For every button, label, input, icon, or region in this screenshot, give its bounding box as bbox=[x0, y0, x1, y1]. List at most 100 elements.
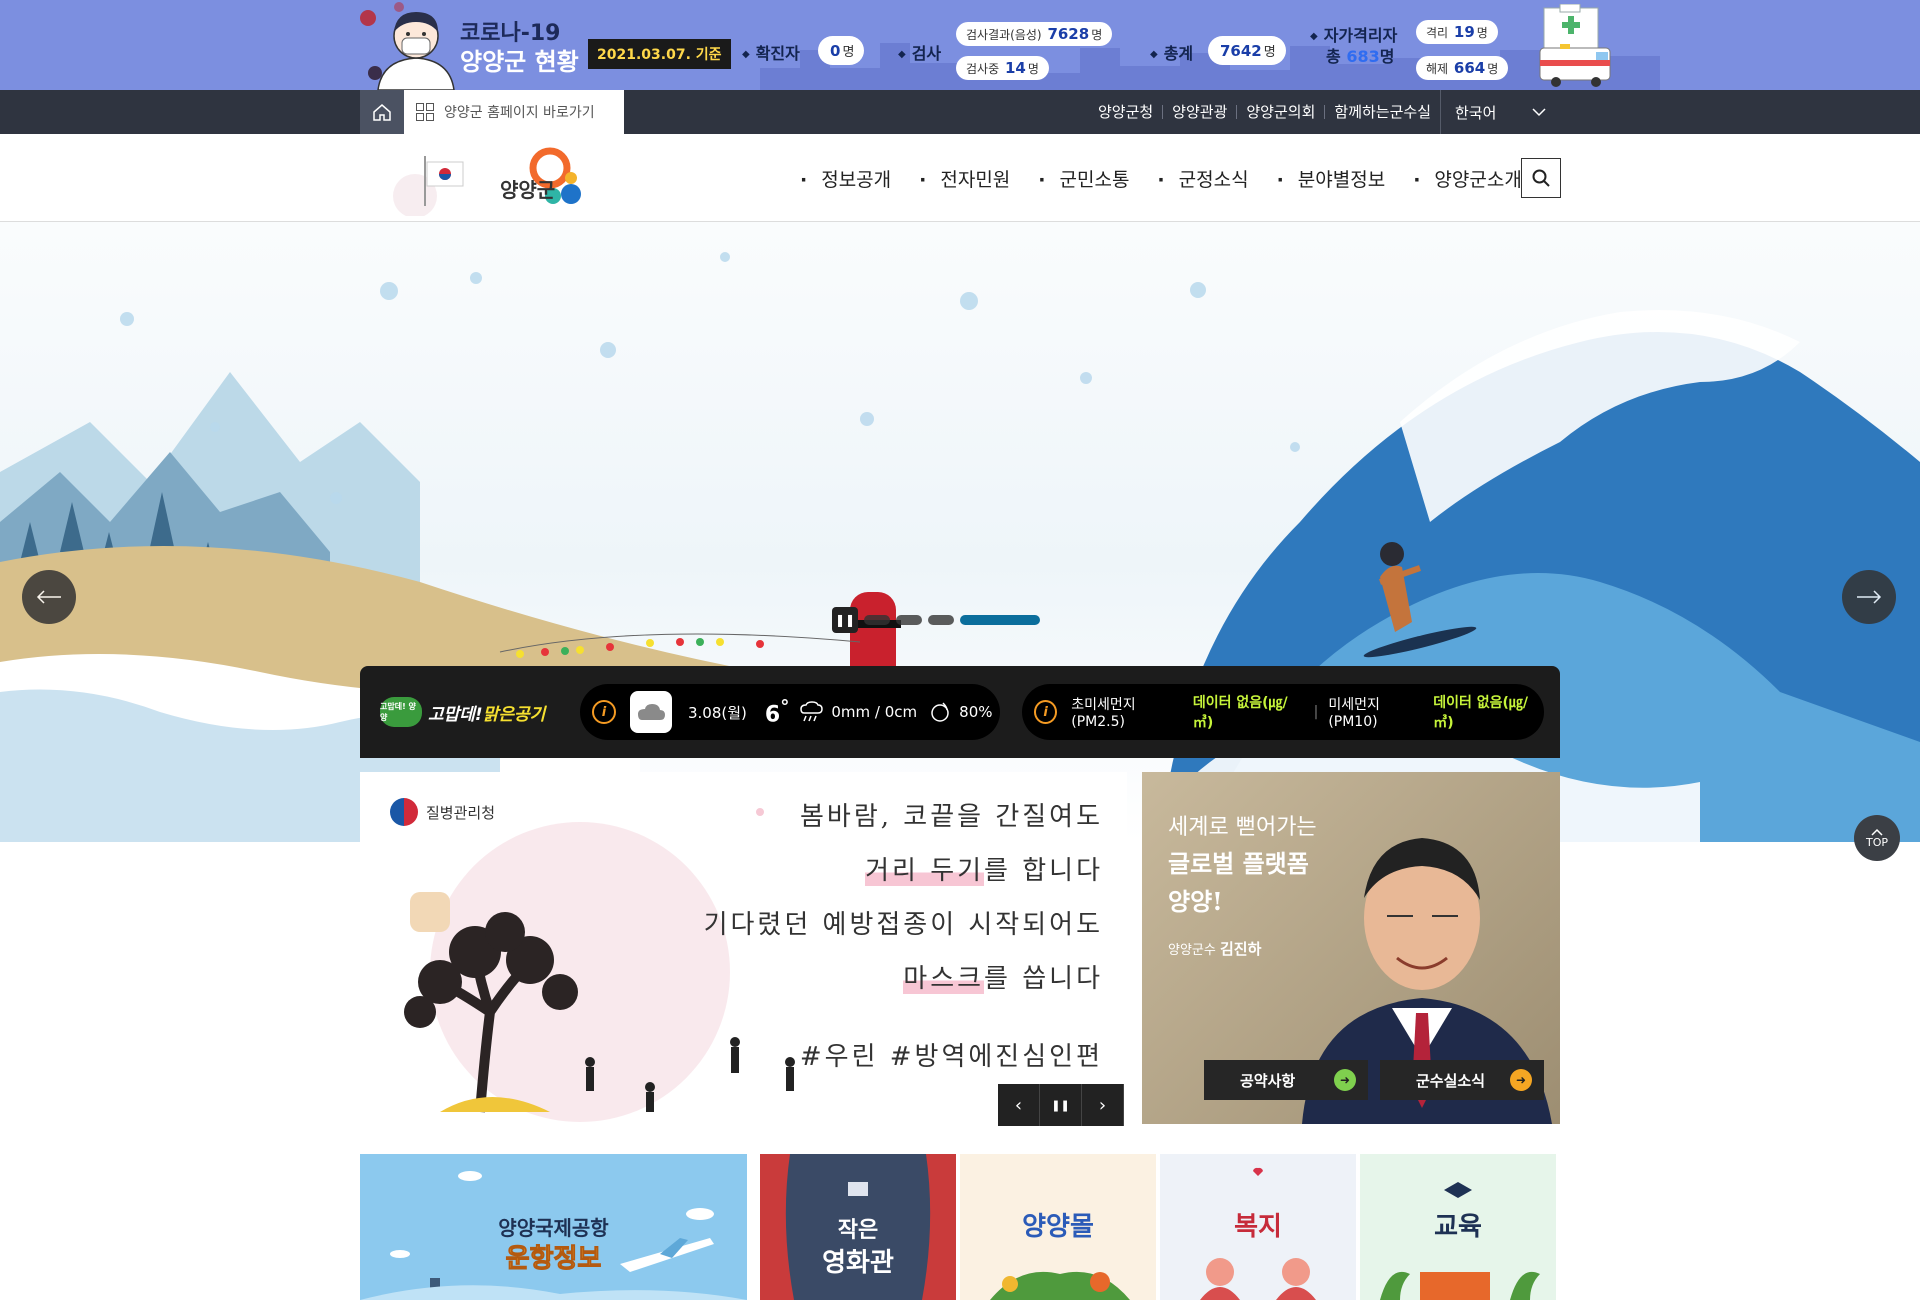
airport-flight-info-tile[interactable]: 양양국제공항 운항정보 bbox=[360, 1154, 747, 1300]
yangyang-mall-tile[interactable]: 양양몰 bbox=[960, 1154, 1156, 1300]
notice-hashtags: #우린 #방역에진심인편 bbox=[799, 1042, 1103, 1072]
info-icon[interactable]: i bbox=[1034, 700, 1058, 724]
logo-text: 양양군 bbox=[500, 178, 556, 202]
snowflake bbox=[120, 312, 134, 326]
info-icon[interactable]: i bbox=[592, 700, 616, 724]
total-count: 7642 명 bbox=[1208, 36, 1286, 65]
total-label: 총계 bbox=[1150, 40, 1193, 64]
search-icon bbox=[1532, 169, 1550, 187]
language-label: 한국어 bbox=[1455, 103, 1497, 122]
scroll-top-button[interactable]: TOP bbox=[1854, 815, 1900, 861]
snowflake bbox=[960, 292, 978, 310]
nav-county-news[interactable]: 군정소식 bbox=[1157, 165, 1249, 192]
arrow-right-icon bbox=[1857, 590, 1882, 604]
snowflake bbox=[1290, 442, 1300, 452]
hero-dot-3[interactable] bbox=[928, 615, 954, 625]
snowflake bbox=[600, 342, 616, 358]
link-tourism[interactable]: 양양관광 bbox=[1162, 105, 1236, 120]
nav-citizen-communication[interactable]: 군민소통 bbox=[1038, 165, 1130, 192]
snowflake bbox=[210, 422, 220, 432]
main-navigation: 정보공개 전자민원 군민소통 군정소식 분야별정보 양양군소개 bbox=[800, 134, 1550, 222]
kdca-logo: 질병관리청 bbox=[390, 798, 495, 826]
arrow-left-icon bbox=[36, 590, 61, 604]
hero-dot-2[interactable] bbox=[896, 615, 922, 625]
arrow-right-icon: ➜ bbox=[1510, 1069, 1532, 1091]
notice-line-1: 봄바람, 코끝을 간질여도 bbox=[800, 802, 1103, 832]
nav-info-disclosure[interactable]: 정보공개 bbox=[800, 165, 891, 192]
snowflake bbox=[720, 252, 730, 262]
test-negative-count: 검사결과(음성) 7628 명 bbox=[956, 22, 1113, 46]
pm10-value: 데이터 없음(㎍/㎥) bbox=[1433, 695, 1529, 731]
covid-date: 2021.03.07. 기준 bbox=[588, 39, 731, 69]
mayor-slogan: 세계로 뻗어가는 글로벌 플랫폼 양양! bbox=[1168, 815, 1317, 916]
link-county-council[interactable]: 양양군의회 bbox=[1236, 105, 1324, 120]
hero-prev-button[interactable] bbox=[22, 570, 76, 624]
search-button[interactable] bbox=[1521, 158, 1561, 198]
link-mayor-office[interactable]: 함께하는군수실 bbox=[1324, 105, 1440, 120]
hero-dot-4-active[interactable] bbox=[960, 615, 1040, 625]
hero-next-button[interactable] bbox=[1842, 570, 1896, 624]
covid-status-banner: 코로나-19 양양군 현황 2021.03.07. 기준 확진자 0명 검사 검… bbox=[0, 0, 1920, 90]
welfare-tile[interactable]: 복지 bbox=[1160, 1154, 1356, 1300]
small-cinema-tile[interactable]: 작은 영화관 bbox=[760, 1154, 956, 1300]
weather-date: 3.08(월) bbox=[688, 703, 747, 722]
education-tile[interactable]: 교육 bbox=[1360, 1154, 1556, 1300]
covid-subtitle: 양양군 현황 bbox=[460, 48, 579, 76]
pm10-label: 미세먼지(PM10) bbox=[1328, 697, 1380, 730]
tree-silhouette-illustration bbox=[404, 912, 795, 1113]
chevron-up-icon bbox=[1871, 828, 1883, 836]
notice-line-4: 마스크를 씁니다 bbox=[903, 964, 1103, 994]
chevron-down-icon bbox=[1532, 108, 1546, 117]
pm25-label: 초미세먼지(PM2.5) bbox=[1071, 697, 1136, 730]
mayor-banner: 세계로 뻗어가는 글로벌 플랫폼 양양! 양양군수 김진하 공약사항 ➜ 군수실… bbox=[1142, 772, 1560, 1124]
confirmed-label: 확진자 bbox=[742, 40, 800, 64]
nav-e-civil-service[interactable]: 전자민원 bbox=[919, 165, 1010, 192]
weather-box: i 3.08(월) 6° 0mm / 0cm 80% bbox=[580, 684, 1000, 740]
home-button[interactable] bbox=[360, 90, 404, 134]
pledges-button[interactable]: 공약사항 ➜ bbox=[1204, 1060, 1368, 1100]
notice-pause-button[interactable]: ❚❚ bbox=[1040, 1084, 1082, 1126]
homepage-shortcut-button[interactable]: 양양군 홈페이지 바로가기 bbox=[404, 90, 624, 134]
self-quarantine-summary: ◆ 자가격리자 총 683명 bbox=[1310, 26, 1398, 66]
mayor-title: 양양군수 김진하 bbox=[1168, 940, 1262, 958]
airport-tile-subtitle: 운항정보 bbox=[505, 1244, 602, 1275]
airport-tile-title: 양양국제공항 bbox=[498, 1216, 609, 1240]
site-header: 양양군 정보공개 전자민원 군민소통 군정소식 분야별정보 양양군소개 bbox=[0, 134, 1920, 222]
notice-next-button[interactable]: › bbox=[1082, 1084, 1124, 1126]
notice-prev-button[interactable]: ‹ bbox=[998, 1084, 1040, 1126]
testing-count: 검사중 14 명 bbox=[956, 56, 1049, 80]
humidity: 80% bbox=[959, 703, 993, 721]
grid-icon bbox=[416, 103, 434, 121]
masked-doctor-illustration bbox=[377, 12, 455, 90]
snowflake bbox=[1190, 282, 1206, 298]
released-count: 해제 664 명 bbox=[1416, 56, 1509, 80]
confirmed-count: 0명 bbox=[818, 36, 865, 65]
humidity-icon bbox=[931, 702, 949, 722]
related-site-links: 양양군청 양양관광 양양군의회 함께하는군수실 bbox=[1089, 90, 1440, 134]
nav-field-info[interactable]: 분야별정보 bbox=[1277, 165, 1385, 192]
cinema-tile-title-2: 영화관 bbox=[822, 1248, 894, 1278]
welfare-tile-title: 복지 bbox=[1234, 1212, 1282, 1242]
snowflake bbox=[470, 272, 482, 284]
arrow-right-icon: ➜ bbox=[1334, 1069, 1356, 1091]
clean-air-brand: 고맙데! 양양 고맙데! 맑은공기 bbox=[380, 694, 550, 730]
cinema-tile-title-1: 작은 bbox=[837, 1218, 879, 1243]
home-icon bbox=[373, 104, 391, 121]
education-tile-title: 교육 bbox=[1434, 1212, 1482, 1242]
snowflake bbox=[380, 282, 398, 300]
link-county-office[interactable]: 양양군청 bbox=[1089, 105, 1162, 120]
mall-tile-title: 양양몰 bbox=[1022, 1212, 1094, 1242]
weather-air-quality-bar: 고맙데! 양양 고맙데! 맑은공기 i 3.08(월) 6° 0mm / 0cm … bbox=[360, 666, 1560, 758]
hero-pause-button[interactable]: ❚❚ bbox=[832, 607, 858, 633]
hero-dot-1[interactable] bbox=[864, 615, 890, 625]
notice-banner[interactable]: 질병관리청 봄바람, 코끝을 간질여도 거리 두기를 합니다 기다렸던 예방접종… bbox=[360, 772, 1127, 1124]
weather-temp: 6° bbox=[764, 696, 790, 728]
mayor-office-news-button[interactable]: 군수실소식 ➜ bbox=[1380, 1060, 1544, 1100]
notice-line-2: 거리 두기를 합니다 bbox=[865, 856, 1103, 886]
covid-title: 코로나-19 bbox=[460, 21, 561, 46]
hospital-ambulance-illustration bbox=[1539, 4, 1611, 87]
language-select[interactable]: 한국어 bbox=[1440, 90, 1560, 134]
nav-about-county[interactable]: 양양군소개 bbox=[1413, 165, 1521, 192]
pm25-value: 데이터 없음(㎍/㎥) bbox=[1192, 695, 1288, 731]
utility-bar: 양양군 홈페이지 바로가기 양양군청 양양관광 양양군의회 함께하는군수실 한국… bbox=[0, 90, 1920, 134]
